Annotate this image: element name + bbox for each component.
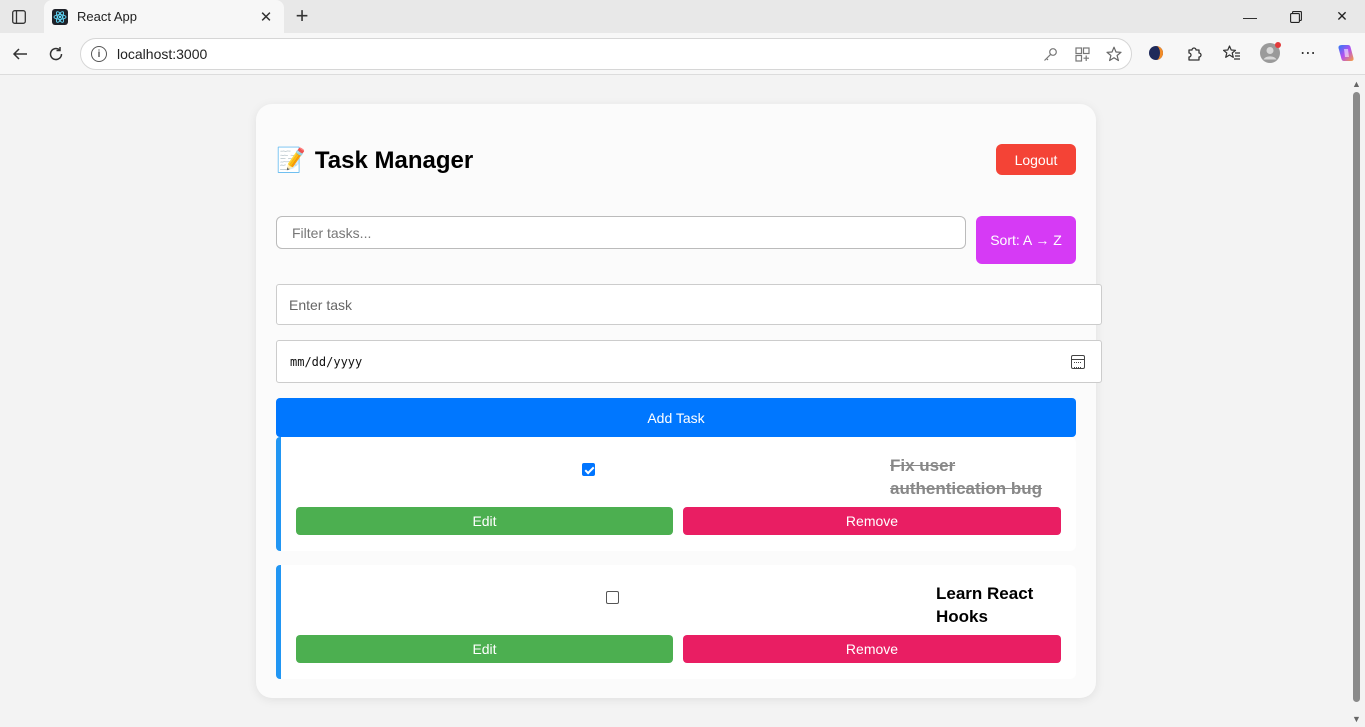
logout-button[interactable]: Logout [996, 144, 1076, 175]
page-title-text: Task Manager [314, 146, 474, 174]
add-task-button[interactable]: Add Task [276, 398, 1076, 437]
copilot-icon[interactable] [1334, 41, 1358, 65]
app-header: 📝 Task Manager Logout [276, 144, 1076, 184]
extensions-puzzle-icon[interactable] [1182, 41, 1206, 65]
scroll-down-arrow-icon[interactable]: ▼ [1352, 714, 1361, 724]
edit-button[interactable]: Edit [296, 507, 673, 535]
scrollbar-thumb[interactable] [1353, 92, 1360, 702]
filter-tasks-input[interactable] [276, 216, 966, 249]
tab-actions-icon[interactable] [8, 6, 30, 28]
scroll-up-arrow-icon[interactable]: ▲ [1352, 79, 1361, 89]
key-icon[interactable] [1041, 45, 1059, 63]
browser-tab[interactable]: React App ✕ [44, 0, 284, 33]
task-text: Fix user authentication bug [890, 456, 1043, 498]
task-item: Learn React Hooks Edit Remove [276, 565, 1076, 679]
back-arrow-icon[interactable] [8, 42, 32, 66]
minimize-icon[interactable]: — [1227, 0, 1273, 33]
close-tab-icon[interactable]: ✕ [256, 7, 276, 27]
remove-button[interactable]: Remove [683, 507, 1061, 535]
calendar-icon[interactable] [1071, 354, 1085, 369]
task-input[interactable] [276, 284, 1102, 325]
profile-avatar-icon[interactable] [1258, 41, 1282, 65]
extension-avatar-icon[interactable] [1144, 41, 1168, 65]
close-window-icon[interactable]: ✕ [1319, 0, 1365, 33]
browser-toolbar: ⋯ [1144, 41, 1358, 65]
sort-button[interactable]: Sort: A → Z [976, 216, 1076, 264]
window-controls: — ✕ [1227, 0, 1365, 33]
date-placeholder: mm/dd/yyyy [290, 354, 363, 369]
memo-icon: 📝 [276, 147, 306, 174]
refresh-icon[interactable] [44, 42, 68, 66]
page-title: 📝 Task Manager [276, 146, 473, 175]
app-available-icon[interactable] [1073, 45, 1091, 63]
task-item: Fix user authentication bug Edit Remove [276, 437, 1076, 551]
address-bar[interactable]: i localhost:3000 [80, 38, 1132, 70]
task-complete-checkbox[interactable] [606, 591, 619, 604]
browser-nav-bar: i localhost:3000 ⋯ [0, 33, 1365, 75]
info-icon[interactable]: i [91, 46, 107, 62]
favorites-list-icon[interactable] [1220, 41, 1244, 65]
restore-icon[interactable] [1273, 0, 1319, 33]
vertical-scrollbar[interactable]: ▲ ▼ [1348, 76, 1365, 727]
edit-button[interactable]: Edit [296, 635, 673, 663]
more-options-icon[interactable]: ⋯ [1296, 41, 1320, 65]
task-complete-checkbox[interactable] [582, 463, 595, 476]
browser-tab-bar: React App ✕ + — ✕ [0, 0, 1365, 33]
task-text: Learn React Hooks [936, 584, 1034, 626]
address-bar-actions [1041, 45, 1123, 63]
tab-title: React App [77, 9, 137, 24]
favorite-star-icon[interactable] [1105, 45, 1123, 63]
url-text[interactable]: localhost:3000 [117, 46, 1131, 62]
task-manager-card: 📝 Task Manager Logout Sort: A → Z mm/dd/… [256, 104, 1102, 698]
new-tab-icon[interactable]: + [290, 5, 314, 27]
remove-button[interactable]: Remove [683, 635, 1061, 663]
react-icon [52, 8, 68, 25]
due-date-input[interactable]: mm/dd/yyyy [276, 340, 1102, 383]
